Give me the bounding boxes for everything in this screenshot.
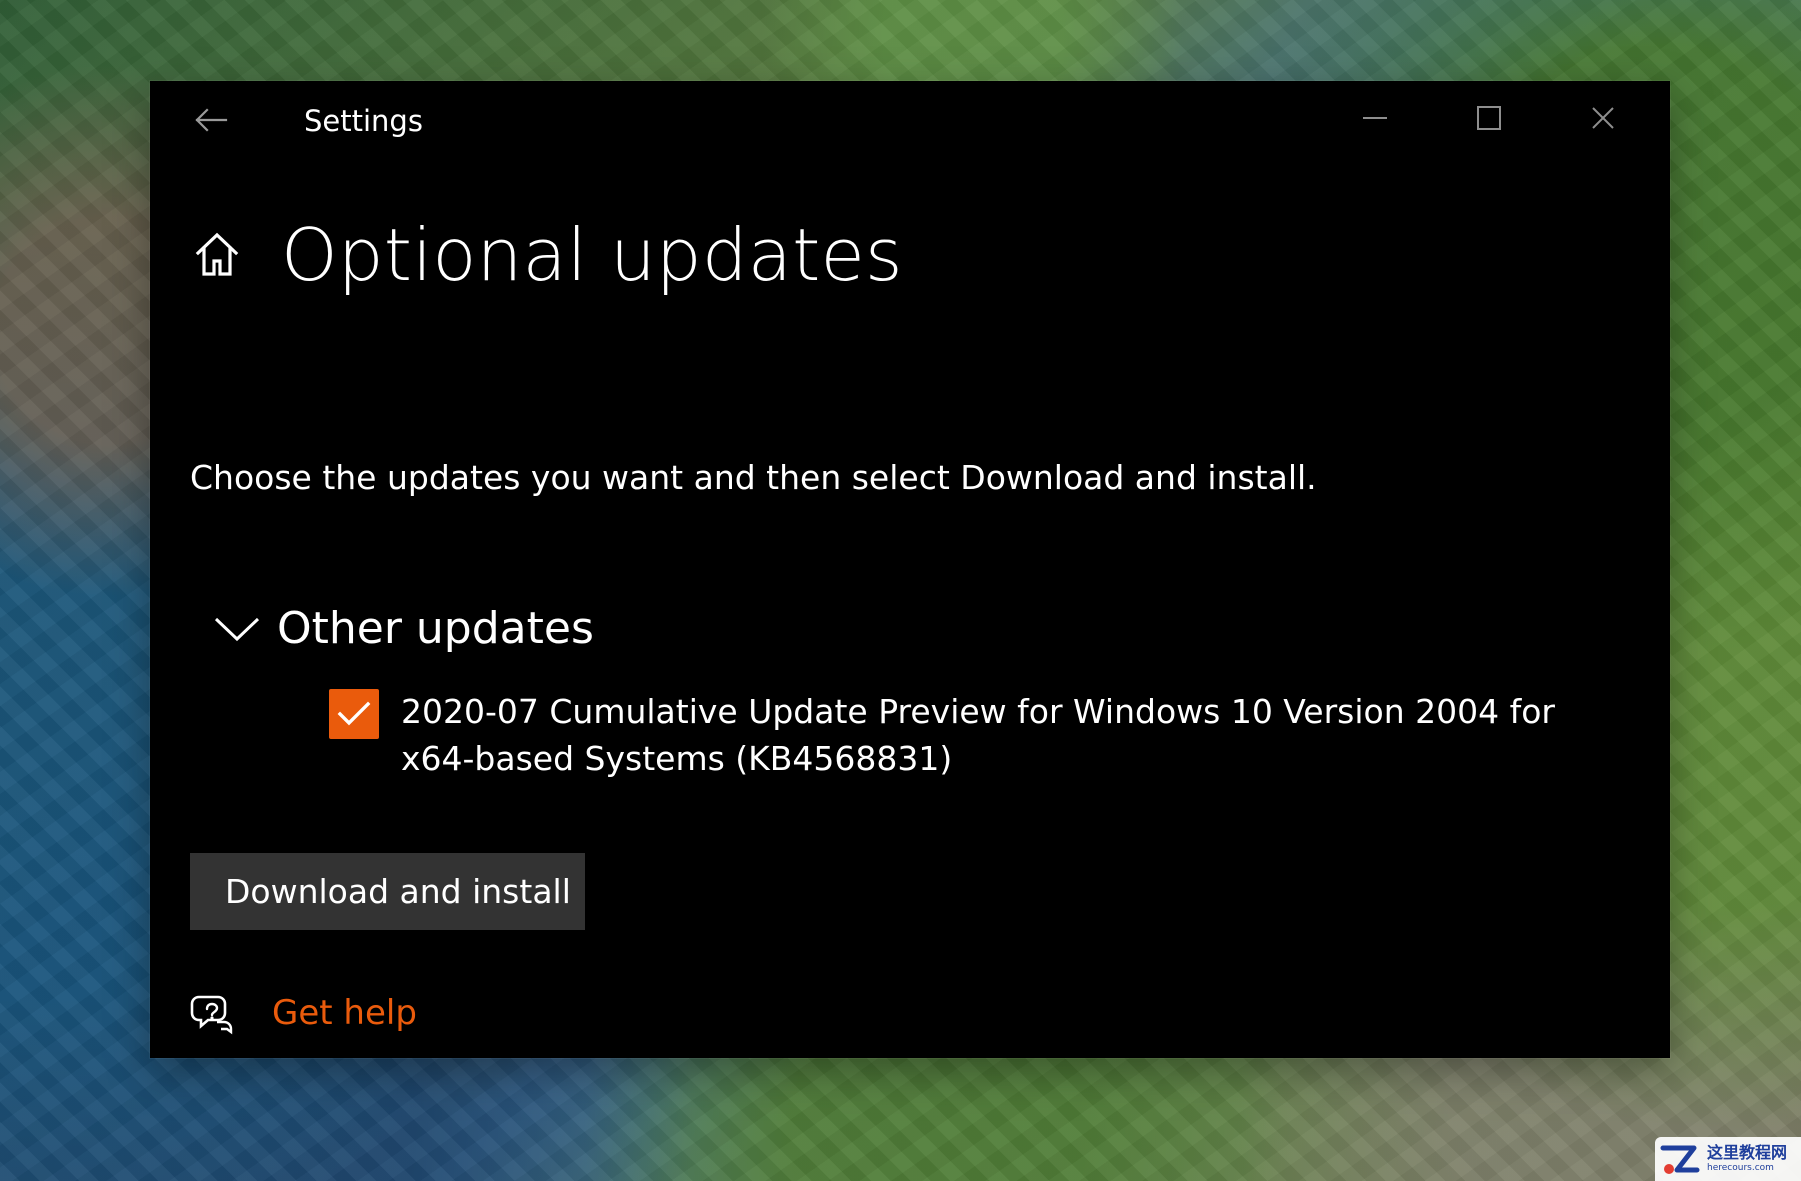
watermark-chinese-text: 这里教程网: [1707, 1143, 1788, 1162]
minimize-icon: [1363, 117, 1387, 119]
home-icon[interactable]: [190, 228, 244, 282]
get-help-link[interactable]: Get help: [272, 991, 417, 1035]
settings-window: Settings Optional updates Choose the upd…: [150, 81, 1670, 1058]
other-updates-header[interactable]: Other updates: [208, 600, 594, 658]
other-updates-group: Other updates 2020-07 Cumulative Update …: [208, 600, 1555, 778]
back-button[interactable]: [192, 103, 230, 137]
get-help-row[interactable]: Get help: [190, 991, 417, 1035]
back-arrow-icon: [195, 108, 228, 132]
minimize-button[interactable]: [1318, 91, 1432, 145]
title-bar: Settings: [150, 81, 1670, 157]
maximize-button[interactable]: [1432, 91, 1546, 145]
update-checkbox[interactable]: [329, 689, 379, 739]
watermark-english-text: herecours.com: [1707, 1163, 1774, 1173]
update-description: 2020-07 Cumulative Update Preview for Wi…: [401, 692, 1555, 778]
watermark-logo-icon: [1660, 1145, 1700, 1174]
update-list-item[interactable]: 2020-07 Cumulative Update Preview for Wi…: [329, 688, 1629, 782]
chevron-down-icon: [208, 600, 266, 658]
group-title: Other updates: [277, 603, 594, 654]
watermark-text: 这里教程网 herecours.com: [1707, 1145, 1787, 1173]
window-controls: [1318, 91, 1660, 145]
page-title: Optional updates: [281, 213, 903, 297]
checkmark-icon: [337, 701, 371, 726]
download-and-install-button[interactable]: Download and install: [190, 853, 585, 930]
close-icon: [1592, 107, 1614, 129]
close-button[interactable]: [1546, 91, 1660, 145]
page-header: Optional updates: [190, 205, 903, 305]
site-watermark: 这里教程网 herecours.com: [1655, 1137, 1801, 1181]
window-title: Settings: [304, 104, 423, 138]
help-chat-icon: [190, 991, 234, 1035]
page-description: Choose the updates you want and then sel…: [190, 458, 1317, 497]
maximize-icon: [1477, 106, 1501, 130]
